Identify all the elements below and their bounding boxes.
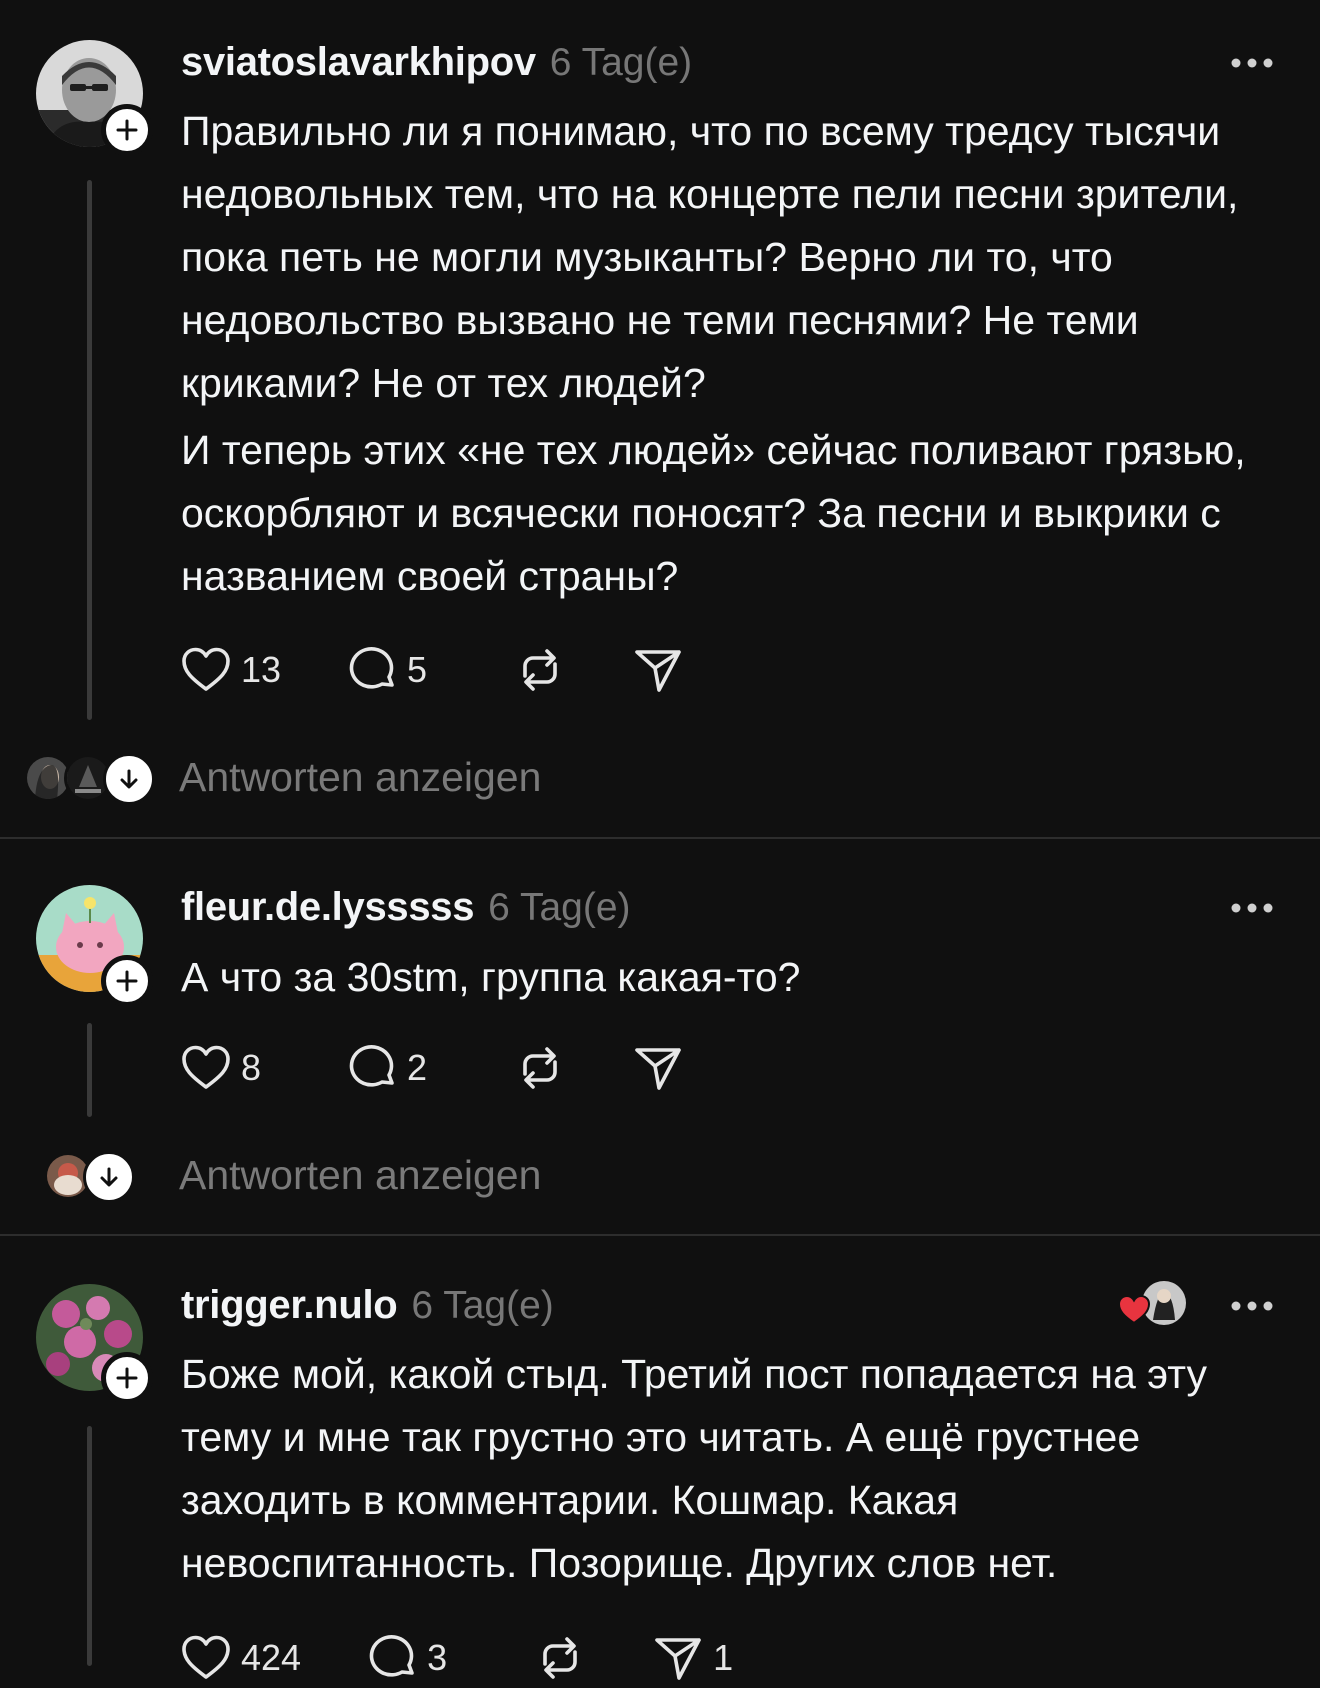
heart-icon [1117,1294,1151,1325]
username[interactable]: fleur.de.lysssss [181,885,474,930]
username[interactable]: trigger.nulo [181,1283,398,1328]
action-bar: 424 3 1 [181,1628,821,1688]
follow-button[interactable] [101,955,153,1007]
repost-icon [543,1637,577,1679]
post-text: Правильно ли я понимаю, что по всему тре… [181,100,1291,608]
action-bar: 13 5 [181,640,751,700]
follow-button[interactable] [101,1352,153,1404]
repost-button[interactable] [515,646,565,694]
more-options-icon[interactable] [1228,898,1276,918]
repost-icon [523,649,557,691]
expand-replies-button[interactable] [103,753,155,805]
like-count: 13 [241,649,282,690]
comment-bubble-icon [369,1635,414,1677]
plus-icon [116,970,138,992]
thread-line [87,1426,92,1666]
like-button[interactable]: 424 [181,1635,301,1681]
post-paragraph: И теперь этих «не тех людей» сейчас поли… [181,427,1246,599]
divider [0,837,1320,839]
comment-count: 2 [407,1047,428,1088]
send-icon [655,1638,701,1680]
plus-icon [116,1367,138,1389]
thread-line [87,180,92,720]
timestamp: 6 Tag(e) [411,1284,554,1327]
show-replies-link[interactable]: Antworten anzeigen [179,754,541,801]
thread-line [87,1023,92,1117]
share-button[interactable] [633,1044,683,1092]
arrow-down-icon [100,1167,118,1187]
action-bar: 8 2 [181,1038,751,1098]
username[interactable]: sviatoslavarkhipov [181,40,536,85]
show-replies-row[interactable]: Antworten anzeigen [0,748,1320,808]
repost-icon [523,1047,557,1089]
divider [0,1234,1320,1236]
heart-icon [182,647,230,691]
show-replies-row[interactable]: Antworten anzeigen [0,1146,1320,1206]
timestamp: 6 Tag(e) [549,41,693,84]
comment-count: 3 [427,1637,448,1678]
post-text: А что за 30stm, группа какая-то? [181,946,1291,1009]
comment-button[interactable]: 5 [349,646,447,694]
heart-icon [182,1045,230,1089]
repost-button[interactable] [515,1044,565,1092]
arrow-down-icon [120,769,138,789]
heart-icon [182,1635,230,1679]
like-count: 424 [241,1637,302,1678]
post-text: Боже мой, какой стыд. Третий пост попада… [181,1343,1291,1595]
more-options-icon[interactable] [1228,53,1276,73]
comment-count: 5 [407,649,428,690]
repost-button[interactable] [535,1634,585,1682]
post-header: sviatoslavarkhipov 6 Tag(e) [181,40,692,90]
post-header: fleur.de.lysssss 6 Tag(e) [181,885,631,935]
show-replies-link[interactable]: Antworten anzeigen [179,1152,541,1199]
post-paragraph: Боже мой, какой стыд. Третий пост попада… [181,1351,1207,1586]
send-icon [635,1048,681,1090]
expand-replies-button[interactable] [83,1151,135,1203]
comment-bubble-icon [349,1045,394,1087]
more-options-icon[interactable] [1228,1296,1276,1316]
share-button[interactable]: 1 [653,1634,753,1682]
liked-by-author-indicator [1117,1278,1189,1328]
like-button[interactable]: 8 [181,1045,281,1091]
share-button[interactable] [633,646,683,694]
share-count: 1 [713,1637,734,1678]
comment-button[interactable]: 3 [369,1634,467,1682]
timestamp: 6 Tag(e) [488,886,631,929]
comment-button[interactable]: 2 [349,1044,447,1092]
post-header: trigger.nulo 6 Tag(e) [181,1283,554,1333]
like-count: 8 [241,1047,262,1088]
follow-button[interactable] [101,104,153,156]
post-paragraph: А что за 30stm, группа какая-то? [181,954,801,1000]
send-icon [635,650,681,692]
comment-bubble-icon [349,647,394,689]
like-button[interactable]: 13 [181,647,281,693]
post-paragraph: Правильно ли я понимаю, что по всему тре… [181,108,1239,406]
plus-icon [116,119,138,141]
